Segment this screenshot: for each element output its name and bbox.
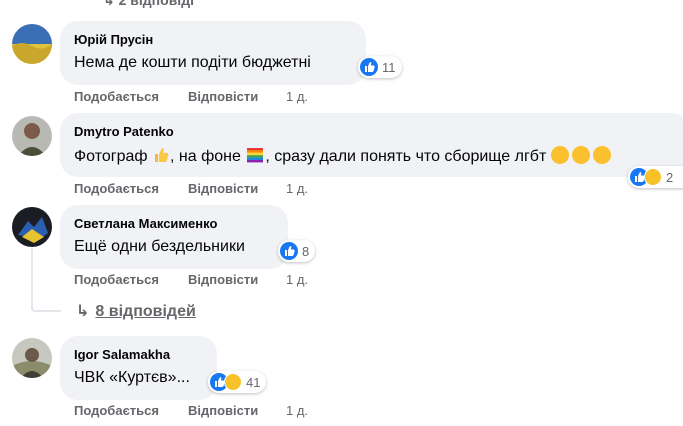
thread-line-branch	[31, 308, 61, 312]
reply-arrow-icon: ↳	[103, 0, 115, 8]
comment-text: ЧВК «Куртєв»...	[74, 369, 190, 386]
haha-reaction-icon	[224, 373, 242, 391]
reply-button[interactable]: Відповісти	[188, 181, 258, 196]
reply-button[interactable]: Відповісти	[188, 403, 258, 418]
avatar-image	[12, 116, 52, 156]
comment-time[interactable]: 1 д.	[286, 181, 308, 196]
comment-bubble: Dmytro Patenko Фотограф , на фоне , сраз…	[60, 113, 683, 177]
like-reaction-icon	[360, 58, 378, 76]
view-replies-link-top[interactable]: ↳ 2 відповіді	[103, 0, 194, 9]
reply-arrow-icon: ↳	[76, 303, 90, 320]
reply-button[interactable]: Відповісти	[188, 89, 258, 104]
reaction-summary[interactable]: 2	[628, 166, 683, 188]
like-button[interactable]: Подобається	[74, 403, 159, 418]
comment-actions: Подобається Відповісти 1 д.	[74, 403, 374, 419]
laughing-emoji-icon	[550, 146, 569, 164]
comment-time[interactable]: 1 д.	[286, 403, 308, 418]
comment-actions: Подобається Відповісти 1 д.	[74, 89, 374, 105]
comment-author[interactable]: Dmytro Patenko	[74, 124, 174, 139]
thread-line	[31, 248, 33, 310]
comment-bubble: Светлана Максименко Ещё одни бездельники	[60, 205, 288, 269]
comment-time[interactable]: 1 д.	[286, 89, 308, 104]
reaction-summary[interactable]: 11	[358, 56, 402, 78]
avatar-image	[12, 207, 52, 247]
comment-bubble: Юрій Прусін Нема де кошти подіти бюджетн…	[60, 21, 366, 85]
avatar[interactable]	[12, 116, 52, 156]
like-button[interactable]: Подобається	[74, 272, 159, 287]
laughing-emoji-icon	[592, 146, 611, 164]
thumbs-up-emoji-icon	[155, 148, 169, 162]
reaction-count: 8	[302, 243, 310, 259]
comment-author[interactable]: Светлана Максименко	[74, 216, 217, 231]
reaction-count: 41	[246, 374, 261, 390]
comment-author[interactable]: Igor Salamakha	[74, 347, 170, 362]
reaction-summary[interactable]: 8	[278, 240, 316, 262]
comment-author[interactable]: Юрій Прусін	[74, 32, 153, 47]
rainbow-flag-emoji-icon	[247, 148, 264, 163]
reaction-count: 2	[666, 169, 674, 185]
avatar[interactable]	[12, 24, 52, 64]
comment-bubble: Igor Salamakha ЧВК «Куртєв»...	[60, 336, 217, 400]
like-button[interactable]: Подобається	[74, 181, 159, 196]
like-button[interactable]: Подобається	[74, 89, 159, 104]
reply-button[interactable]: Відповісти	[188, 272, 258, 287]
avatar-image	[12, 338, 52, 378]
laughing-emoji-icon	[571, 146, 590, 164]
comment-actions: Подобається Відповісти 1 д.	[74, 272, 374, 288]
comment-text: Ещё одни бездельники	[74, 238, 245, 255]
comment-time[interactable]: 1 д.	[286, 272, 308, 287]
haha-reaction-icon	[644, 168, 662, 186]
avatar-image	[12, 24, 52, 64]
avatar[interactable]	[12, 207, 52, 247]
comment-actions: Подобається Відповісти 1 д.	[74, 181, 374, 197]
view-replies-link[interactable]: ↳ 8 відповідей	[76, 301, 196, 321]
reaction-summary[interactable]: 41	[208, 371, 267, 393]
comment-text: Нема де кошти подіти бюджетні	[74, 54, 311, 71]
like-reaction-icon	[280, 242, 298, 260]
avatar[interactable]	[12, 338, 52, 378]
comment-text: Фотограф , на фоне , сразу дали понять ч…	[74, 146, 611, 166]
reaction-count: 11	[382, 59, 396, 75]
